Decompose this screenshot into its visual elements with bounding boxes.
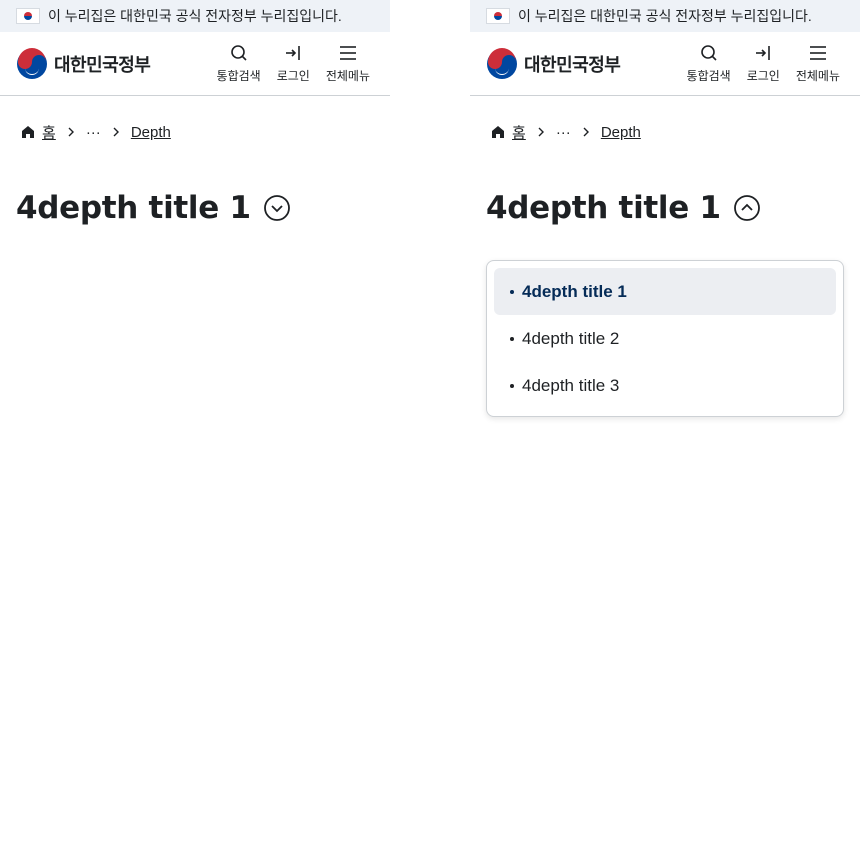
site-header: 대한민국정부 통합검색 로그인 전체메뉴 — [470, 32, 860, 96]
breadcrumb-home-label: 홈 — [512, 124, 526, 142]
login-label: 로그인 — [746, 69, 780, 83]
hamburger-icon — [809, 46, 826, 60]
dropdown-item-1[interactable]: 4depth title 1 — [494, 268, 836, 315]
breadcrumb-home-label: 홈 — [42, 124, 56, 142]
chevron-right-icon — [582, 126, 590, 138]
menu-label: 전체메뉴 — [325, 69, 370, 83]
utility-menu: 통합검색 로그인 전체메뉴 — [687, 43, 840, 84]
gov-banner: 이 누리집은 대한민국 공식 전자정부 누리집입니다. — [470, 0, 860, 32]
search-button[interactable]: 통합검색 — [217, 43, 261, 84]
taeguk-logo-icon — [487, 47, 517, 79]
chevron-right-icon — [537, 126, 545, 138]
logo-text: 대한민국정부 — [54, 54, 151, 76]
breadcrumb-ellipsis[interactable]: ··· — [86, 124, 101, 141]
search-icon — [230, 45, 247, 61]
breadcrumb-home[interactable]: 홈 — [20, 122, 56, 143]
all-menu-button[interactable]: 전체메뉴 — [326, 43, 370, 84]
site-header: 대한민국정부 통합검색 로그인 전체메뉴 — [0, 32, 390, 96]
bullet-icon — [510, 383, 514, 388]
breadcrumb: 홈 ··· Depth — [0, 96, 390, 168]
breadcrumb: 홈 ··· Depth — [470, 96, 860, 168]
dropdown-item-3[interactable]: 4depth title 3 — [494, 362, 836, 409]
utility-menu: 통합검색 로그인 전체메뉴 — [217, 43, 370, 84]
search-icon — [700, 45, 717, 61]
korea-flag-icon — [16, 8, 40, 24]
gov-logo[interactable]: 대한민국정부 — [16, 47, 151, 80]
banner-text: 이 누리집은 대한민국 공식 전자정부 누리집입니다. — [518, 8, 812, 24]
breadcrumb-current[interactable]: Depth — [131, 124, 171, 141]
bullet-icon — [510, 289, 514, 294]
login-label: 로그인 — [276, 69, 310, 83]
gov-banner: 이 누리집은 대한민국 공식 전자정부 누리집입니다. — [0, 0, 390, 32]
search-label: 통합검색 — [216, 69, 261, 83]
title-row: 4depth title 1 — [470, 190, 860, 226]
chevron-up-icon[interactable] — [733, 194, 761, 222]
search-label: 통합검색 — [686, 69, 731, 83]
dropdown-item-2[interactable]: 4depth title 2 — [494, 315, 836, 362]
bullet-icon — [510, 336, 514, 341]
login-button[interactable]: 로그인 — [747, 43, 780, 84]
chevron-right-icon — [67, 126, 75, 138]
dropdown-item-label: 4depth title 2 — [522, 328, 620, 348]
dropdown-item-label: 4depth title 1 — [522, 281, 627, 301]
dropdown-item-label: 4depth title 3 — [522, 375, 620, 395]
title-row: 4depth title 1 — [0, 190, 390, 226]
korea-flag-icon — [486, 8, 510, 24]
breadcrumb-home[interactable]: 홈 — [490, 122, 526, 143]
panel-collapsed: 이 누리집은 대한민국 공식 전자정부 누리집입니다. 대한민국정부 통합검색 … — [0, 0, 390, 844]
chevron-right-icon — [112, 126, 120, 138]
breadcrumb-ellipsis[interactable]: ··· — [556, 124, 571, 141]
login-icon — [756, 46, 771, 60]
all-menu-button[interactable]: 전체메뉴 — [796, 43, 840, 84]
taeguk-logo-icon — [17, 47, 47, 79]
breadcrumb-current[interactable]: Depth — [601, 124, 641, 141]
banner-text: 이 누리집은 대한민국 공식 전자정부 누리집입니다. — [48, 8, 342, 24]
login-button[interactable]: 로그인 — [277, 43, 310, 84]
login-icon — [286, 46, 301, 60]
menu-label: 전체메뉴 — [795, 69, 840, 83]
home-icon — [492, 126, 504, 138]
depth-dropdown: 4depth title 1 4depth title 2 4depth tit… — [486, 260, 844, 417]
hamburger-icon — [339, 46, 356, 60]
logo-text: 대한민국정부 — [524, 54, 621, 76]
chevron-down-icon[interactable] — [263, 194, 291, 222]
panel-expanded: 이 누리집은 대한민국 공식 전자정부 누리집입니다. 대한민국정부 통합검색 … — [470, 0, 860, 844]
home-icon — [22, 126, 34, 138]
page-title: 4depth title 1 — [486, 190, 721, 226]
page-title: 4depth title 1 — [16, 190, 251, 226]
gov-logo[interactable]: 대한민국정부 — [486, 47, 621, 80]
search-button[interactable]: 통합검색 — [687, 43, 731, 84]
